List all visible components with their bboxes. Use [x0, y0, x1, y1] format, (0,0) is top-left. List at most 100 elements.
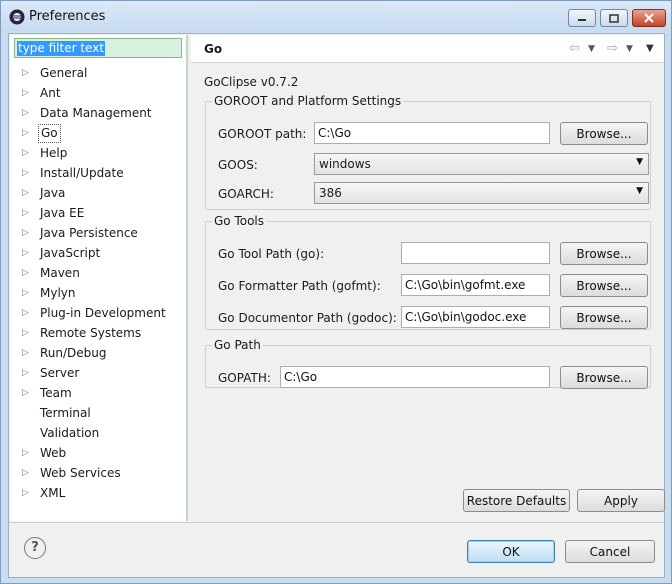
tree-item[interactable]: ▷ Java Persistence — [10, 223, 186, 243]
apply-button[interactable]: Apply — [577, 489, 665, 512]
expand-arrow-icon[interactable]: ▷ — [22, 303, 32, 323]
preference-tree: ▷ General ▷ Ant ▷ Data Management ▷ Go ▷ Help ▷ Ins… — [10, 63, 186, 503]
tree-item-label: Web Services — [40, 466, 121, 480]
tree-item[interactable]: ▷ Web Services — [10, 463, 186, 483]
tree-item[interactable]: ▷ Ant — [10, 83, 186, 103]
go-tool-path-input[interactable] — [401, 242, 550, 264]
page-title: Go — [204, 42, 223, 56]
expand-arrow-icon[interactable]: ▷ — [22, 323, 32, 343]
tree-item[interactable]: ▷ General — [10, 63, 186, 83]
tree-item[interactable]: ▷ Team — [10, 383, 186, 403]
maximize-button[interactable] — [600, 9, 628, 27]
goos-select[interactable]: windows ▼ — [314, 153, 649, 175]
expand-arrow-icon[interactable]: ▷ — [22, 103, 32, 123]
tree-item[interactable]: ▷ Server — [10, 363, 186, 383]
gopath-input[interactable] — [280, 366, 550, 388]
version-label: GoClipse v0.7.2 — [204, 75, 299, 89]
title-bar[interactable]: Preferences — [1, 1, 671, 33]
go-path-group: Go Path GOPATH: Browse... — [205, 338, 651, 389]
expand-arrow-icon[interactable]: ▷ — [22, 483, 32, 503]
expand-arrow-icon[interactable]: ▷ — [22, 63, 32, 83]
minimize-button[interactable] — [568, 9, 596, 27]
tree-item[interactable]: ▷ Plug-in Development — [10, 303, 186, 323]
expand-arrow-icon[interactable]: ▷ — [22, 123, 32, 143]
minimize-icon — [578, 19, 586, 21]
goarch-label: GOARCH: — [218, 187, 274, 201]
goroot-browse-button[interactable]: Browse... — [560, 122, 648, 145]
tree-item-label: Go — [38, 124, 61, 143]
expand-arrow-icon[interactable]: ▷ — [22, 223, 32, 243]
go-tool-browse-button[interactable]: Browse... — [560, 242, 648, 265]
godoc-browse-button[interactable]: Browse... — [560, 306, 648, 329]
expand-arrow-icon[interactable]: ▷ — [22, 243, 32, 263]
tree-item[interactable]: ▷ Mylyn — [10, 283, 186, 303]
back-menu-chevron-icon[interactable]: ▼ — [588, 44, 595, 54]
expand-arrow-icon[interactable]: ▷ — [22, 343, 32, 363]
close-button[interactable] — [632, 9, 666, 27]
expand-arrow-icon[interactable]: ▷ — [22, 143, 32, 163]
eclipse-icon — [9, 9, 25, 25]
expand-arrow-icon[interactable]: ▷ — [22, 383, 32, 403]
tree-item-label: Validation — [40, 426, 100, 440]
tree-item[interactable]: ▷ Go — [10, 123, 186, 143]
goroot-group-title: GOROOT and Platform Settings — [214, 94, 402, 108]
back-arrow-icon[interactable]: ⇦ — [569, 41, 580, 56]
expand-arrow-icon[interactable]: ▷ — [22, 183, 32, 203]
tree-item[interactable]: ▷ Run/Debug — [10, 343, 186, 363]
expand-arrow-icon[interactable]: ▷ — [22, 283, 32, 303]
view-menu-icon[interactable]: ▼ — [646, 43, 654, 54]
tree-item[interactable]: Validation — [10, 423, 186, 443]
forward-arrow-icon[interactable]: ⇨ — [607, 41, 618, 56]
goroot-path-input[interactable] — [314, 122, 550, 144]
tree-item[interactable]: ▷ JavaScript — [10, 243, 186, 263]
goos-selected-value: windows — [319, 157, 371, 171]
go-tools-group-title: Go Tools — [214, 214, 265, 228]
tree-item-label: Data Management — [40, 106, 152, 120]
tree-item-label: XML — [40, 486, 66, 500]
tree-item-label: Mylyn — [40, 286, 76, 300]
restore-defaults-button[interactable]: Restore Defaults — [463, 489, 570, 512]
gopath-browse-button[interactable]: Browse... — [560, 366, 648, 389]
tree-item[interactable]: ▷ Maven — [10, 263, 186, 283]
tree-item-label: Java EE — [40, 206, 85, 220]
expand-arrow-icon[interactable]: ▷ — [22, 363, 32, 383]
expand-arrow-icon[interactable]: ▷ — [22, 203, 32, 223]
tree-item[interactable]: ▷ Help — [10, 143, 186, 163]
tree-item-label: Help — [40, 146, 68, 160]
tree-item-label: Team — [40, 386, 72, 400]
expand-arrow-icon[interactable]: ▷ — [22, 83, 32, 103]
go-tool-path-label: Go Tool Path (go): — [218, 247, 325, 261]
tree-item[interactable]: ▷ Java EE — [10, 203, 186, 223]
goarch-select[interactable]: 386 ▼ — [314, 182, 649, 204]
window-title: Preferences — [29, 9, 106, 24]
goos-dropdown-arrow-icon: ▼ — [636, 157, 643, 167]
gofmt-path-input[interactable] — [401, 274, 550, 296]
tree-item[interactable]: Terminal — [10, 403, 186, 423]
expand-arrow-icon[interactable]: ▷ — [22, 263, 32, 283]
dialog-client-area: type filter text ▷ General ▷ Ant ▷ Data Manag… — [8, 33, 665, 578]
help-icon[interactable]: ? — [24, 537, 46, 559]
expand-arrow-icon[interactable]: ▷ — [22, 163, 32, 183]
expand-arrow-icon[interactable]: ▷ — [22, 443, 32, 463]
cancel-button[interactable]: Cancel — [565, 540, 655, 563]
goarch-selected-value: 386 — [319, 186, 342, 200]
tree-item[interactable]: ▷ Install/Update — [10, 163, 186, 183]
tree-item[interactable]: ▷ Java — [10, 183, 186, 203]
gofmt-browse-button[interactable]: Browse... — [560, 274, 648, 297]
tree-item[interactable]: ▷ Web — [10, 443, 186, 463]
ok-button[interactable]: OK — [467, 540, 555, 563]
tree-item-label: Java Persistence — [40, 226, 138, 240]
tree-item[interactable]: ▷ Remote Systems — [10, 323, 186, 343]
tree-item-label: Web — [40, 446, 67, 460]
gofmt-path-label: Go Formatter Path (gofmt): — [218, 279, 381, 293]
tree-item[interactable]: ▷ XML — [10, 483, 186, 503]
expand-arrow-icon[interactable]: ▷ — [22, 463, 32, 483]
tree-item-label: Run/Debug — [40, 346, 107, 360]
tree-item[interactable]: ▷ Data Management — [10, 103, 186, 123]
godoc-path-input[interactable] — [401, 306, 550, 328]
goroot-group: GOROOT and Platform Settings GOROOT path… — [205, 94, 651, 210]
tree-item-label: Maven — [40, 266, 80, 280]
tree-item-label: Terminal — [40, 406, 91, 420]
forward-menu-chevron-icon[interactable]: ▼ — [626, 44, 633, 54]
goos-label: GOOS: — [218, 158, 258, 172]
